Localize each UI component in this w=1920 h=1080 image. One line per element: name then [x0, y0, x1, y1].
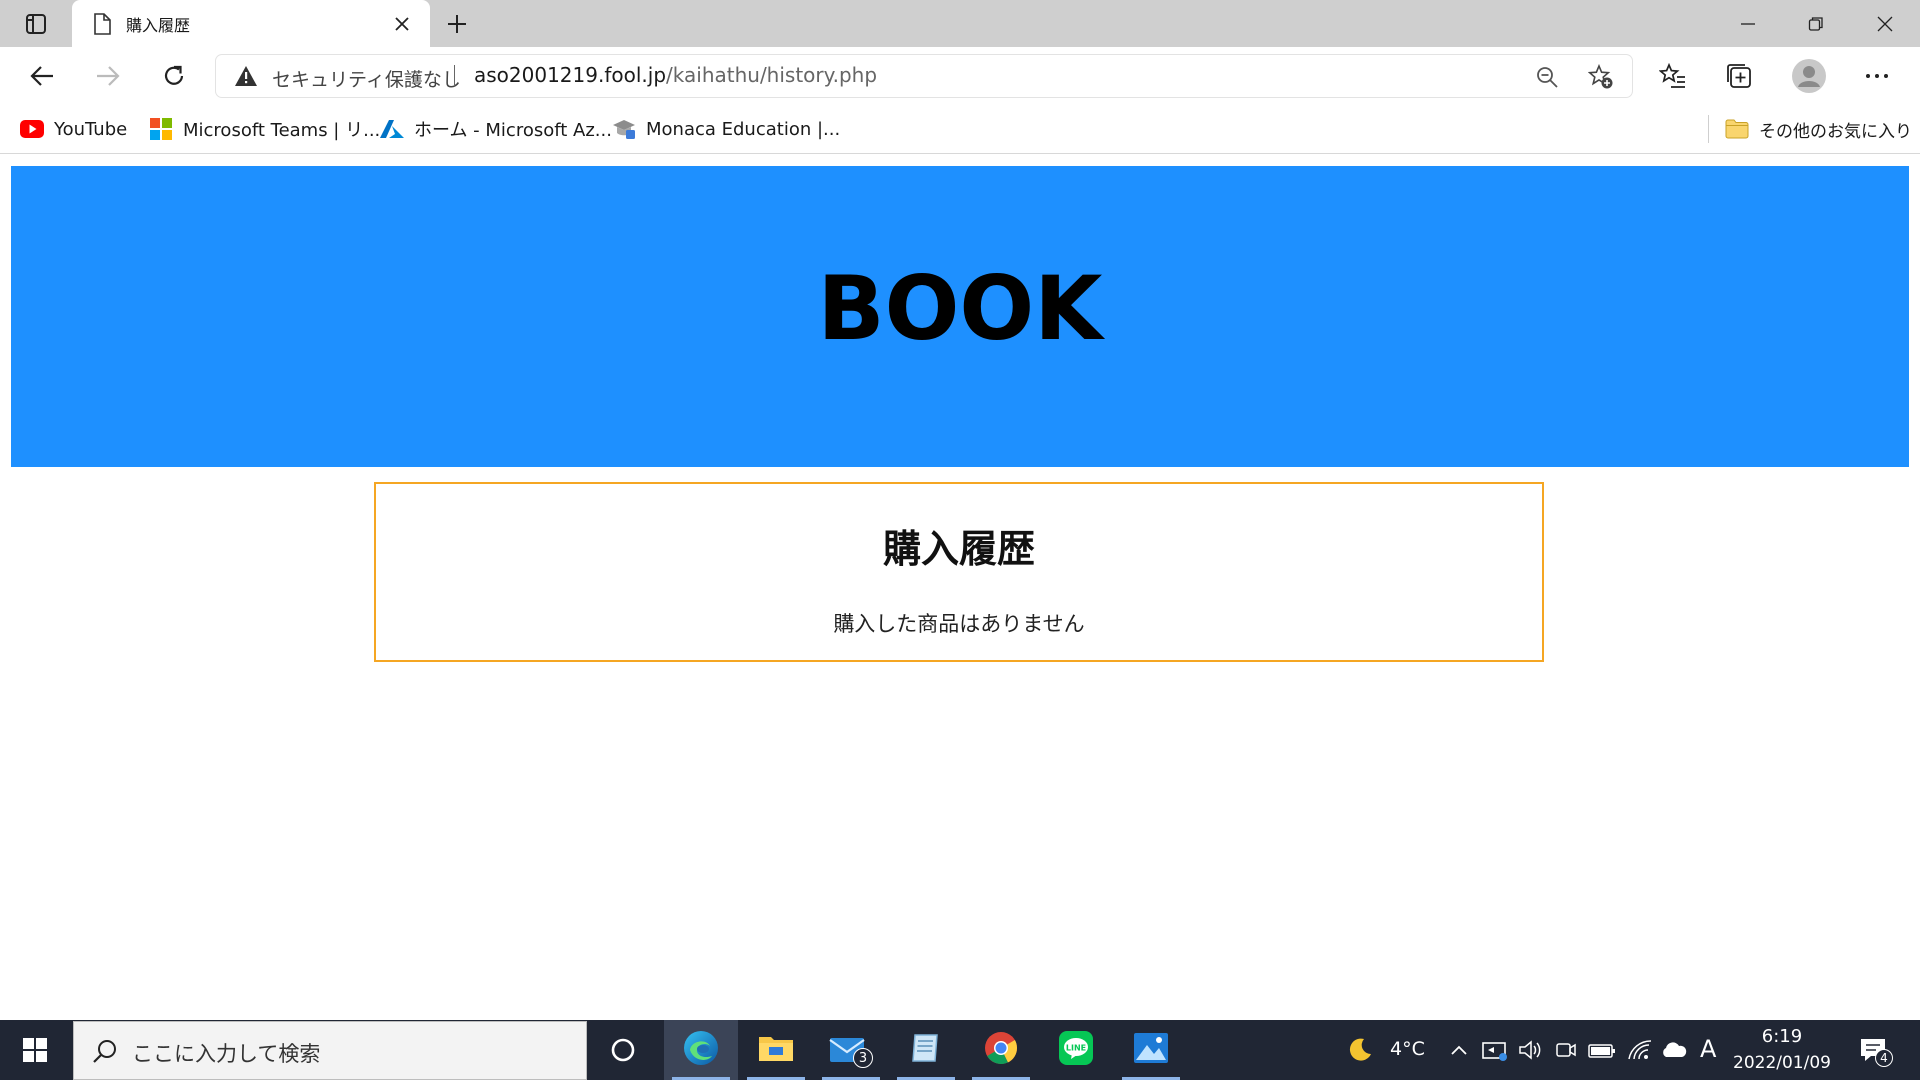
- mail-badge: 3: [853, 1048, 873, 1068]
- azure-icon: [380, 118, 404, 140]
- forward-icon[interactable]: [88, 57, 128, 95]
- back-icon[interactable]: [22, 57, 62, 95]
- taskbar-clock[interactable]: 6:19 2022/01/09: [1720, 1024, 1844, 1076]
- notepad-icon: [909, 1031, 943, 1069]
- network-status-icon[interactable]: [1481, 1036, 1509, 1064]
- new-tab-icon[interactable]: [440, 8, 474, 40]
- youtube-icon: [20, 118, 44, 140]
- meet-now-icon[interactable]: [1552, 1036, 1580, 1064]
- taskbar-photos[interactable]: [1114, 1020, 1188, 1080]
- speaker-icon[interactable]: [1516, 1036, 1544, 1064]
- mail-icon: 3: [829, 1032, 873, 1068]
- other-favorites[interactable]: その他のお気に入り: [1725, 115, 1912, 143]
- taskbar-edge[interactable]: [664, 1020, 738, 1080]
- close-tab-icon[interactable]: [390, 12, 414, 36]
- taskbar-file-explorer[interactable]: [739, 1020, 813, 1080]
- refresh-icon[interactable]: [154, 57, 194, 95]
- more-menu-icon[interactable]: [1860, 60, 1894, 92]
- taskbar-line[interactable]: LINE: [1039, 1020, 1113, 1080]
- favorites-icon[interactable]: [1656, 60, 1690, 92]
- windows-start-icon[interactable]: [0, 1020, 70, 1080]
- minimize-icon[interactable]: [1715, 0, 1781, 47]
- favorite-monaca[interactable]: Monaca Education |...: [612, 115, 840, 143]
- photos-icon: [1133, 1031, 1169, 1069]
- moon-weather-icon[interactable]: [1346, 1036, 1374, 1064]
- favorites-bar: YouTube Microsoft Teams | リ... ホーム - Mic…: [0, 105, 1920, 154]
- zoom-out-icon[interactable]: [1534, 64, 1560, 90]
- close-window-icon[interactable]: [1852, 0, 1918, 47]
- active-tab[interactable]: 購入履歴: [72, 0, 430, 47]
- clock-date: 2022/01/09: [1733, 1053, 1831, 1073]
- taskbar: ここに入力して検索 3 LINE 4°C A 6:19 2022/01/09 4: [0, 1020, 1920, 1080]
- chevron-up-icon[interactable]: [1445, 1036, 1473, 1064]
- page-title: 購入履歴: [882, 527, 1035, 571]
- notification-badge: 4: [1875, 1049, 1893, 1067]
- favorite-label: ホーム - Microsoft Az...: [414, 120, 612, 141]
- taskbar-search[interactable]: ここに入力して検索: [73, 1021, 587, 1080]
- microsoft-icon: [149, 118, 173, 140]
- chrome-icon: [983, 1030, 1019, 1070]
- tab-actions-icon[interactable]: [14, 8, 58, 40]
- favorite-label: Monaca Education |...: [646, 118, 841, 140]
- favorite-label: Microsoft Teams | リ...: [183, 120, 381, 141]
- browser-toolbar: セキュリティ保護なし aso2001219.fool.jp/kaihathu/h…: [0, 47, 1920, 105]
- line-icon: LINE: [1058, 1030, 1094, 1070]
- folder-icon: [758, 1033, 794, 1067]
- url-path: /kaihathu/history.php: [666, 63, 878, 87]
- other-favorites-label: その他のお気に入り: [1759, 121, 1912, 142]
- site-title: BOOK: [817, 257, 1103, 360]
- svg-text:LINE: LINE: [1066, 1044, 1086, 1053]
- cortana-icon[interactable]: [586, 1020, 660, 1080]
- address-bar[interactable]: セキュリティ保護なし aso2001219.fool.jp/kaihathu/h…: [216, 55, 1632, 97]
- restore-icon[interactable]: [1783, 0, 1849, 47]
- security-label[interactable]: セキュリティ保護なし: [272, 65, 461, 92]
- clock-time: 6:19: [1761, 1026, 1803, 1047]
- url-host: aso2001219.fool.jp: [474, 63, 667, 87]
- taskbar-mail[interactable]: 3: [814, 1020, 888, 1080]
- favorite-youtube[interactable]: YouTube: [20, 115, 127, 143]
- tab-title: 購入履歴: [126, 16, 191, 35]
- monaca-icon: [612, 118, 636, 140]
- favorite-azure[interactable]: ホーム - Microsoft Az...: [380, 115, 612, 143]
- taskbar-notepad[interactable]: [889, 1020, 963, 1080]
- page-icon: [92, 13, 112, 35]
- favorites-divider: [1708, 115, 1709, 143]
- add-favorite-icon[interactable]: [1588, 64, 1614, 90]
- profile-avatar[interactable]: [1790, 57, 1828, 95]
- tab-strip: 購入履歴: [0, 0, 1920, 47]
- onedrive-icon[interactable]: [1660, 1036, 1688, 1064]
- warning-icon[interactable]: [234, 65, 258, 87]
- wifi-icon[interactable]: [1626, 1036, 1654, 1064]
- history-panel: 購入履歴 購入した商品はありません: [374, 482, 1544, 662]
- favorite-microsoft-teams[interactable]: Microsoft Teams | リ...: [149, 115, 380, 143]
- address-separator: [454, 65, 455, 87]
- weather-temperature[interactable]: 4°C: [1390, 1038, 1425, 1060]
- search-placeholder: ここに入力して検索: [132, 1042, 321, 1066]
- folder-icon: [1725, 118, 1749, 140]
- notification-center-icon[interactable]: 4: [1858, 1034, 1894, 1068]
- empty-history-message: 購入した商品はありません: [833, 612, 1085, 636]
- search-icon: [90, 1037, 120, 1067]
- url-text[interactable]: aso2001219.fool.jp/kaihathu/history.php: [474, 63, 877, 87]
- taskbar-chrome[interactable]: [964, 1020, 1038, 1080]
- battery-icon[interactable]: [1588, 1036, 1616, 1064]
- edge-icon: [682, 1029, 720, 1071]
- favorite-label: YouTube: [54, 118, 128, 140]
- ime-indicator[interactable]: A: [1700, 1035, 1716, 1063]
- header-banner: BOOK: [11, 166, 1909, 467]
- collections-icon[interactable]: [1722, 60, 1756, 92]
